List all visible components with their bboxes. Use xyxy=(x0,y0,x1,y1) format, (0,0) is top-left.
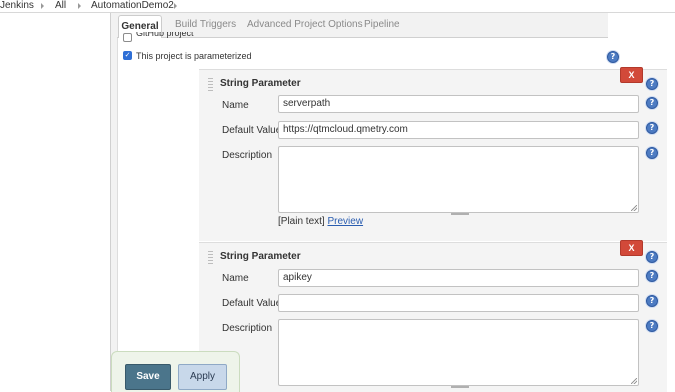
help-icon[interactable]: ? xyxy=(646,122,658,134)
name-label: Name xyxy=(222,100,249,111)
help-icon[interactable]: ? xyxy=(646,320,658,332)
breadcrumb-separator-icon xyxy=(78,3,81,9)
breadcrumb-job[interactable]: AutomationDemo2 xyxy=(91,0,174,11)
plain-text-label: [Plain text] xyxy=(278,216,325,227)
tab-pipeline[interactable]: Pipeline xyxy=(364,19,400,30)
tab-build-triggers[interactable]: Build Triggers xyxy=(175,19,236,30)
description-textarea[interactable] xyxy=(278,319,639,386)
default-value-input[interactable] xyxy=(278,294,639,312)
help-icon[interactable]: ? xyxy=(646,147,658,159)
description-textarea[interactable] xyxy=(278,146,639,213)
help-icon[interactable]: ? xyxy=(646,295,658,307)
resize-handle-icon[interactable] xyxy=(631,205,637,211)
breadcrumb-jenkins[interactable]: Jenkins xyxy=(0,0,34,11)
breadcrumb: Jenkins All AutomationDemo2 xyxy=(0,0,675,13)
parameterized-label: This project is parameterized xyxy=(136,51,252,61)
parameterized-checkbox[interactable]: ✓ xyxy=(123,51,132,60)
parameter-type-title: String Parameter xyxy=(220,78,301,89)
save-button[interactable]: Save xyxy=(125,364,171,390)
help-icon[interactable]: ? xyxy=(646,251,658,263)
textarea-resize-bar[interactable] xyxy=(451,386,469,388)
parameter-name-input[interactable]: serverpath xyxy=(278,95,639,113)
sidebar xyxy=(0,13,111,391)
default-value-label: Default Value xyxy=(222,298,282,309)
default-value-input[interactable]: https://qtmcloud.qmetry.com xyxy=(278,121,639,139)
parameter-type-title: String Parameter xyxy=(220,251,301,262)
name-label: Name xyxy=(222,273,249,284)
delete-parameter-button[interactable]: X xyxy=(620,240,643,256)
help-icon[interactable]: ? xyxy=(646,270,658,282)
preview-link[interactable]: Preview xyxy=(327,216,363,227)
help-icon[interactable]: ? xyxy=(646,97,658,109)
resize-handle-icon[interactable] xyxy=(631,378,637,384)
breadcrumb-separator-icon xyxy=(174,3,177,9)
drag-handle-icon[interactable] xyxy=(208,251,213,265)
plain-text-note: [Plain text] Preview xyxy=(278,216,363,227)
breadcrumb-separator-icon xyxy=(41,3,44,9)
breadcrumb-all[interactable]: All xyxy=(55,0,66,11)
description-label: Description xyxy=(222,150,273,161)
tab-advanced-project-options[interactable]: Advanced Project Options xyxy=(247,19,363,30)
help-icon[interactable]: ? xyxy=(607,51,619,63)
default-value-label: Default Value xyxy=(222,125,282,136)
delete-parameter-button[interactable]: X xyxy=(620,67,643,83)
github-project-label: GitHub project xyxy=(136,32,194,38)
apply-button[interactable]: Apply xyxy=(178,364,227,390)
config-section-strip xyxy=(111,13,118,391)
description-label: Description xyxy=(222,323,273,334)
github-project-checkbox[interactable] xyxy=(123,33,132,42)
drag-handle-icon[interactable] xyxy=(208,78,213,92)
parameter-name-input[interactable]: apikey xyxy=(278,269,639,287)
textarea-resize-bar[interactable] xyxy=(451,213,469,215)
help-icon[interactable]: ? xyxy=(646,78,658,90)
